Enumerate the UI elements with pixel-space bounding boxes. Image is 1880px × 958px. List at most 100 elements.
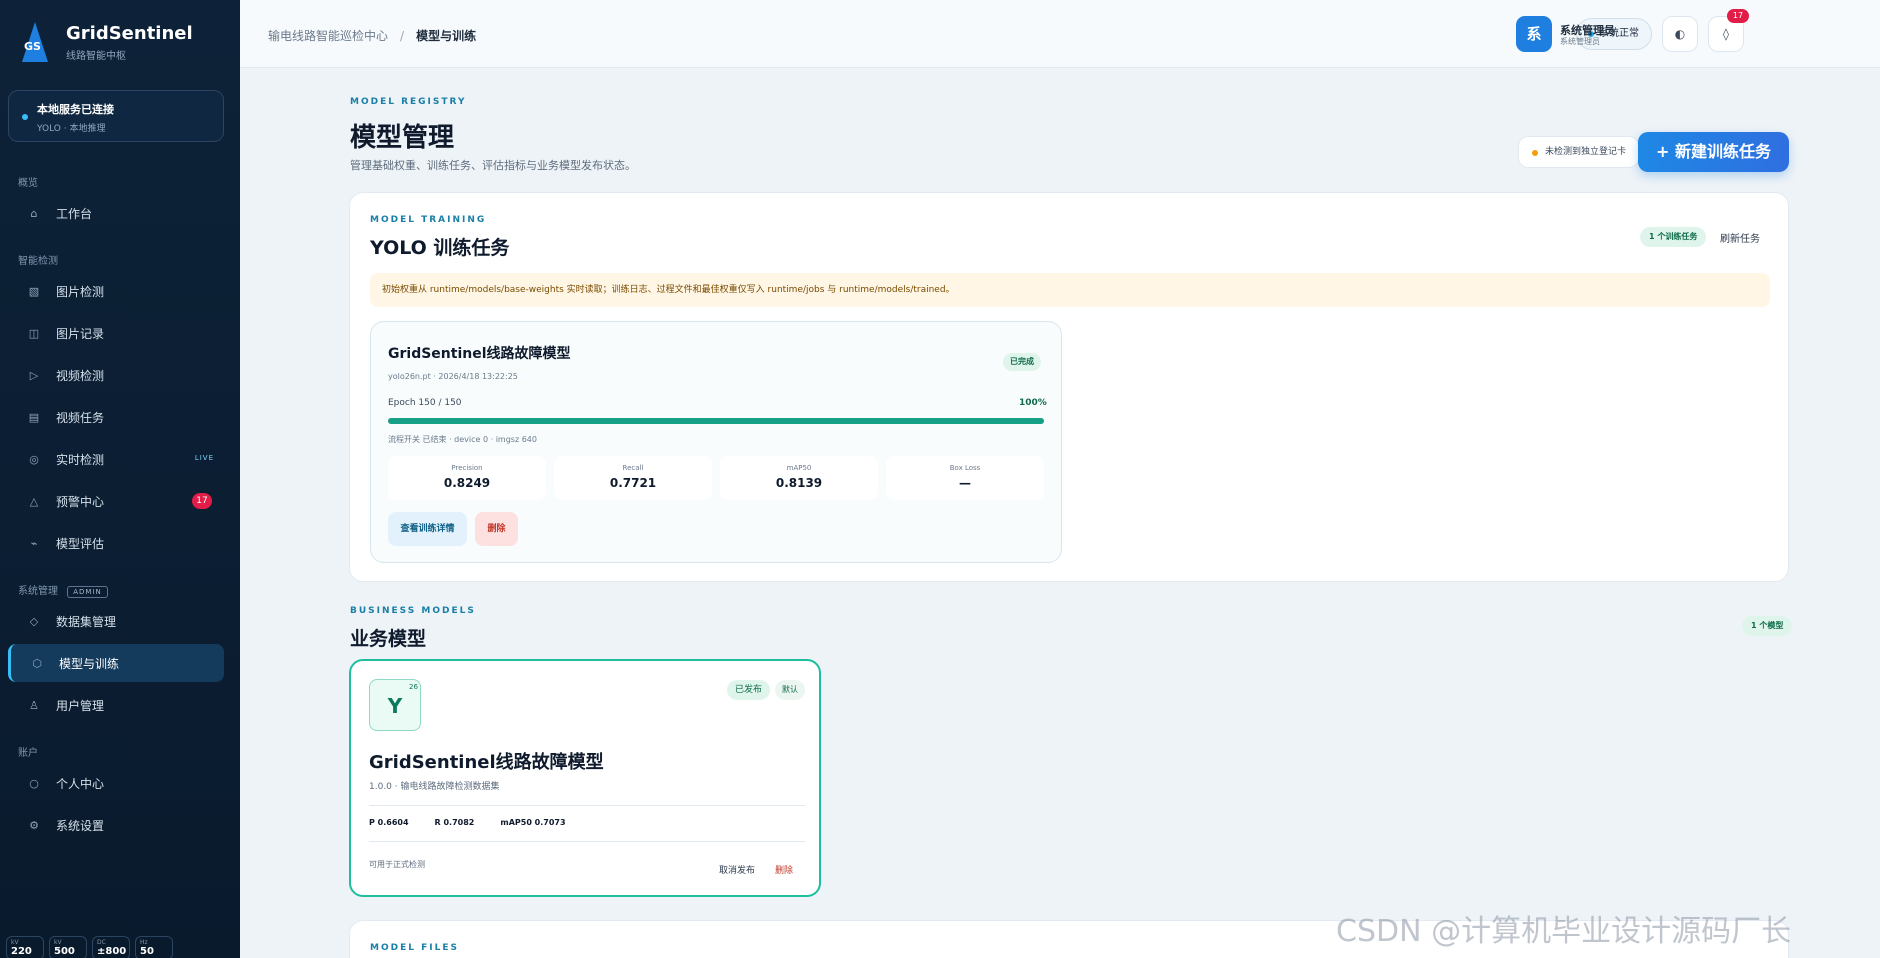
model-meta: 1.0.0 · 输电线路故障检测数据集 [369,782,500,792]
metric-r: R 0.7082 [434,818,475,827]
service-status-dot-icon [22,114,28,120]
sidebar-item-model-evaluation[interactable]: ⌁ 模型评估 [8,524,224,562]
stat-key: DC [97,939,106,946]
job-meta: yolo26n.pt · 2026/4/18 13:22:25 [388,372,518,381]
nav-section-account: 账户 [18,748,38,759]
stat-chip: kV 220 [6,936,44,958]
sidebar-item-realtime-detection[interactable]: ◎ 实时检测 LIVE [8,440,224,478]
metric-p: P 0.6604 [369,818,409,827]
business-model-card[interactable]: Y 26 已发布 默认 GridSentinel线路故障模型 1.0.0 · 输… [349,659,821,897]
sidebar-item-label: 视频任务 [56,410,105,425]
view-training-detail-button[interactable]: 查看训练详情 [388,512,467,546]
default-badge: 默认 [775,680,805,700]
training-notice: 初始权重从 runtime/models/base-weights 实时读取；训… [370,273,1770,307]
sidebar-item-image-detection[interactable]: ▧ 图片检测 [8,272,224,310]
job-name: GridSentinel线路故障模型 [388,346,571,362]
training-progress-bar [388,418,1044,424]
delete-job-button[interactable]: 删除 [475,512,518,546]
sidebar-item-alert-center[interactable]: △ 预警中心 17 [8,482,224,520]
training-count-badge: 1 个训练任务 [1640,227,1707,247]
service-status-subtitle: YOLO · 本地推理 [37,124,106,134]
nav-section-system-label: 系统管理 [18,586,58,597]
sidebar-item-label: 模型评估 [56,536,105,551]
sidebar-item-label: 图片检测 [56,284,105,299]
brand-logo: GS [20,22,50,62]
sidebar-item-model-training[interactable]: ⬡ 模型与训练 [8,644,224,682]
target-icon: ◎ [29,452,39,466]
record-icon: ◫ [28,326,40,340]
training-eyebrow: MODEL TRAINING [370,215,487,225]
sidebar-item-dataset-management[interactable]: ◇ 数据集管理 [8,602,224,640]
sidebar-item-workbench[interactable]: ⌂ 工作台 [8,194,224,232]
sidebar-item-label: 用户管理 [56,698,105,713]
stat-key: kV [54,939,62,946]
user-role: 系统管理员 [1560,37,1600,46]
divider [369,805,805,806]
model-usage-note: 可用于正式检测 [369,860,425,869]
watermark: CSDN @计算机毕业设计源码厂长 [1336,914,1792,949]
metric-key: Box Loss [949,464,981,472]
sidebar-item-user-management[interactable]: ♙ 用户管理 [8,686,224,724]
delete-model-button[interactable]: 删除 [775,863,793,876]
business-eyebrow: BUSINESS MODELS [350,606,476,616]
sidebar-item-label: 实时检测 [56,452,105,467]
theme-toggle-button[interactable]: ◐ [1662,16,1698,52]
metric-map50: mAP50 0.7073 [500,818,566,827]
bell-icon: ◊ [1723,27,1729,41]
sidebar-item-video-detection[interactable]: ▷ 视频检测 [8,356,224,394]
files-eyebrow: MODEL FILES [370,943,459,953]
sidebar-item-image-records[interactable]: ◫ 图片记录 [8,314,224,352]
play-icon: ▷ [29,368,39,382]
stat-value: 50 [140,946,154,957]
trend-icon: ⌁ [30,536,38,550]
business-title: 业务模型 [350,628,427,650]
training-title: YOLO 训练任务 [370,237,510,259]
breadcrumb-separator: / [400,29,405,43]
sidebar-item-label: 系统设置 [56,818,105,833]
unpublish-button[interactable]: 取消发布 [719,863,755,876]
model-metrics: P 0.6604 R 0.7082 mAP50 0.7073 [369,818,592,827]
sidebar-item-label: 数据集管理 [56,614,117,629]
chevron-down-icon[interactable]: ⌄ [1624,30,1631,39]
sidebar-item-settings[interactable]: ⚙ 系统设置 [8,806,224,844]
stat-value: ±800 [97,946,127,957]
sidebar-item-label: 视频检测 [56,368,105,383]
metric-recall: Recall 0.7721 [554,456,712,500]
stat-key: kV [11,939,19,946]
sidebar-item-video-tasks[interactable]: ▤ 视频任务 [8,398,224,436]
breadcrumb: 输电线路智能巡检中心 / 模型与训练 [268,27,476,44]
admin-tag: ADMIN [67,586,108,598]
new-training-task-button[interactable]: + 新建训练任务 [1638,132,1789,172]
stat-chip: kV 500 [49,936,87,958]
notifications-button[interactable]: ◊ 17 [1708,9,1749,52]
nav-section-overview: 概览 [18,178,38,189]
training-panel: MODEL TRAINING YOLO 训练任务 1 个训练任务 刷新任务 初始… [349,192,1789,582]
metric-key: Precision [451,464,483,472]
user-icon: ♙ [29,698,39,712]
sidebar-item-label: 图片记录 [56,326,105,341]
service-status-title: 本地服务已连接 [37,103,114,116]
model-name: GridSentinel线路故障模型 [369,752,604,773]
sidebar-item-label: 工作台 [56,206,93,221]
avatar[interactable]: 系 [1516,16,1552,52]
metric-value: 0.7721 [609,476,657,490]
metric-precision: Precision 0.8249 [388,456,546,500]
circle-icon: ○ [29,776,39,790]
page-subtitle: 管理基础权重、训练任务、评估指标与业务模型发布状态。 [350,159,636,172]
sidebar-item-label: 个人中心 [56,776,105,791]
brand-subtitle: 线路智能中枢 [66,50,126,62]
breadcrumb-root[interactable]: 输电线路智能巡检中心 [268,29,388,43]
job-device: 流程开关 已结束 · device 0 · imgsz 640 [388,435,537,444]
divider [369,841,805,842]
refresh-tasks-button[interactable]: 刷新任务 [1720,230,1760,245]
sidebar-item-profile[interactable]: ○ 个人中心 [8,764,224,802]
published-badge: 已发布 [727,680,771,700]
registry-status-pill: 未检测到独立登记卡 [1518,136,1640,168]
live-tag: LIVE [194,454,214,462]
service-status-card: 本地服务已连接 YOLO · 本地推理 [8,90,224,142]
metric-key: Recall [622,464,644,472]
brand[interactable]: GS GridSentinel 线路智能中枢 [20,22,193,62]
epoch-label: Epoch 150 / 150 [388,398,462,408]
nav-section-detection: 智能检测 [18,256,58,267]
brand-text: GridSentinel 线路智能中枢 [66,23,193,62]
